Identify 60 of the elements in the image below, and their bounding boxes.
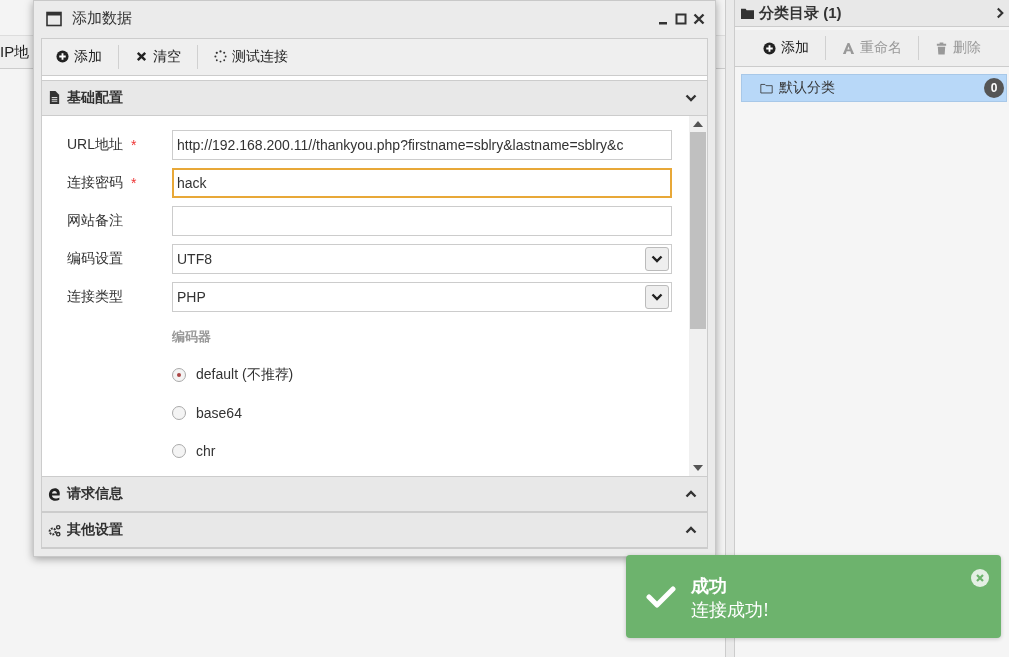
chevron-down-icon [651,254,663,263]
trash-icon [935,41,948,55]
chevron-up-icon[interactable] [685,526,697,534]
toast-message: 连接成功! [691,599,770,622]
radio-label[interactable]: default (不推荐) [196,365,294,384]
folder-icon [760,81,773,95]
chevron-up-icon[interactable] [685,490,697,498]
field-label: 网站备注 [67,211,123,230]
scroll-down-icon[interactable] [693,465,703,471]
field-label: 连接类型 [67,287,123,306]
window-icon [46,10,62,27]
folder-icon [741,6,754,20]
scroll-up-icon[interactable] [693,120,703,127]
radio-button[interactable] [172,367,186,382]
window-title: 添加数据 [72,9,133,28]
column-header: IP地 [0,42,30,62]
spinner-icon [214,50,227,64]
scrollbar-thumb[interactable] [690,131,706,329]
select-field[interactable]: UTF8 [172,243,672,274]
section-header[interactable]: 请求信息 [42,476,707,512]
category-label: 默认分类 [779,79,836,97]
field-label: URL地址 [67,135,123,154]
dropdown-button[interactable] [645,246,669,271]
category-item[interactable]: 默认分类 0 [741,74,1007,102]
radio-button[interactable] [172,443,186,458]
required-mark: * [131,136,137,153]
radio-label[interactable]: chr [196,442,216,459]
field-label: 连接密码 [67,173,123,192]
toolbar-button[interactable]: 清空 [127,43,189,70]
group-label: 编码器 [172,327,211,346]
checkmark-icon [646,585,676,609]
required-mark: * [131,174,137,191]
field-label: 编码设置 [67,249,123,268]
section-header[interactable]: 基础配置 [42,79,707,116]
toolbar-button[interactable]: 添加 [755,35,817,61]
toast-title: 成功 [691,575,728,598]
letter-e-icon [48,487,61,501]
chevron-down-icon [651,292,663,301]
panel-title: 分类目录 (1) [759,3,843,23]
gears-icon [48,523,61,537]
plus-circle-icon [56,50,69,64]
count-badge: 0 [984,78,1004,98]
maximize-icon[interactable] [675,12,687,25]
dropdown-button[interactable] [645,284,669,309]
input-field[interactable]: http://192.168.200.11//thankyou.php?firstname=sblry&lastname=sblry&c [172,129,672,160]
font-icon [842,41,855,55]
chevron-down-icon[interactable] [685,93,697,102]
input-field[interactable] [172,205,672,236]
cross-icon [135,50,148,64]
radio-button[interactable] [172,405,186,420]
select-field[interactable]: PHP [172,281,672,312]
plus-circle-icon [763,41,776,55]
chevron-right-icon[interactable] [996,7,1005,19]
toolbar-button[interactable]: 添加 [48,43,110,70]
section-header[interactable]: 其他设置 [42,512,707,548]
toolbar-button[interactable]: 测试连接 [206,43,296,70]
input-field[interactable]: hack [172,167,672,198]
radio-label[interactable]: base64 [196,404,242,421]
document-icon [48,91,61,105]
close-icon[interactable] [693,12,705,25]
